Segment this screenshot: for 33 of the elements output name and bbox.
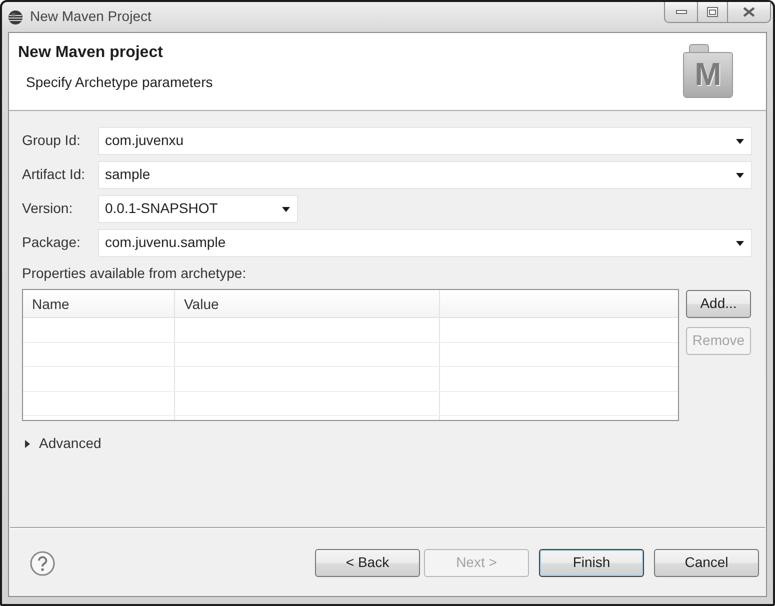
table-action-button[interactable]: Add... <box>686 290 751 318</box>
dropdown-caret-icon <box>736 240 744 246</box>
field-label: Package: <box>22 234 82 252</box>
maximize-button[interactable] <box>697 2 727 23</box>
window-title: New Maven Project <box>30 8 152 26</box>
field-label: Version: <box>22 200 74 218</box>
m-logo: M <box>683 44 733 98</box>
minimize-icon <box>676 10 686 14</box>
wizard-button[interactable]: Finish <box>539 549 644 577</box>
minimize-button[interactable] <box>664 2 697 23</box>
close-button[interactable] <box>727 2 771 23</box>
dropdown-caret-icon <box>736 172 744 178</box>
close-icon <box>743 7 755 17</box>
combo-field[interactable]: 0.0.1-SNAPSHOT <box>98 195 298 223</box>
wizard-button[interactable]: Cancel <box>654 549 759 577</box>
striped-sphere-icon <box>8 10 23 24</box>
wizard-button[interactable]: < Back <box>315 549 420 577</box>
page-title: New Maven project <box>18 44 164 62</box>
advanced-toggle[interactable]: Advanced <box>23 435 102 452</box>
combo-field[interactable]: com.juvenxu <box>98 127 752 155</box>
field-label: Group Id: <box>22 132 82 150</box>
page-description: Specify Archetype parameters <box>26 74 214 91</box>
combo-field[interactable]: com.juvenu.sample <box>98 229 752 257</box>
properties-label: Properties available from archetype: <box>22 265 248 282</box>
combo-field[interactable]: sample <box>98 161 752 189</box>
maximize-icon <box>707 7 718 17</box>
column-header[interactable]: Value <box>175 290 440 317</box>
column-header[interactable]: Name <box>23 290 175 317</box>
dropdown-caret-icon <box>736 138 744 144</box>
properties-table[interactable]: Name Value <box>22 289 679 421</box>
field-label: Artifact Id: <box>22 166 86 184</box>
dropdown-caret-icon <box>282 206 290 212</box>
help-icon[interactable] <box>30 550 55 576</box>
